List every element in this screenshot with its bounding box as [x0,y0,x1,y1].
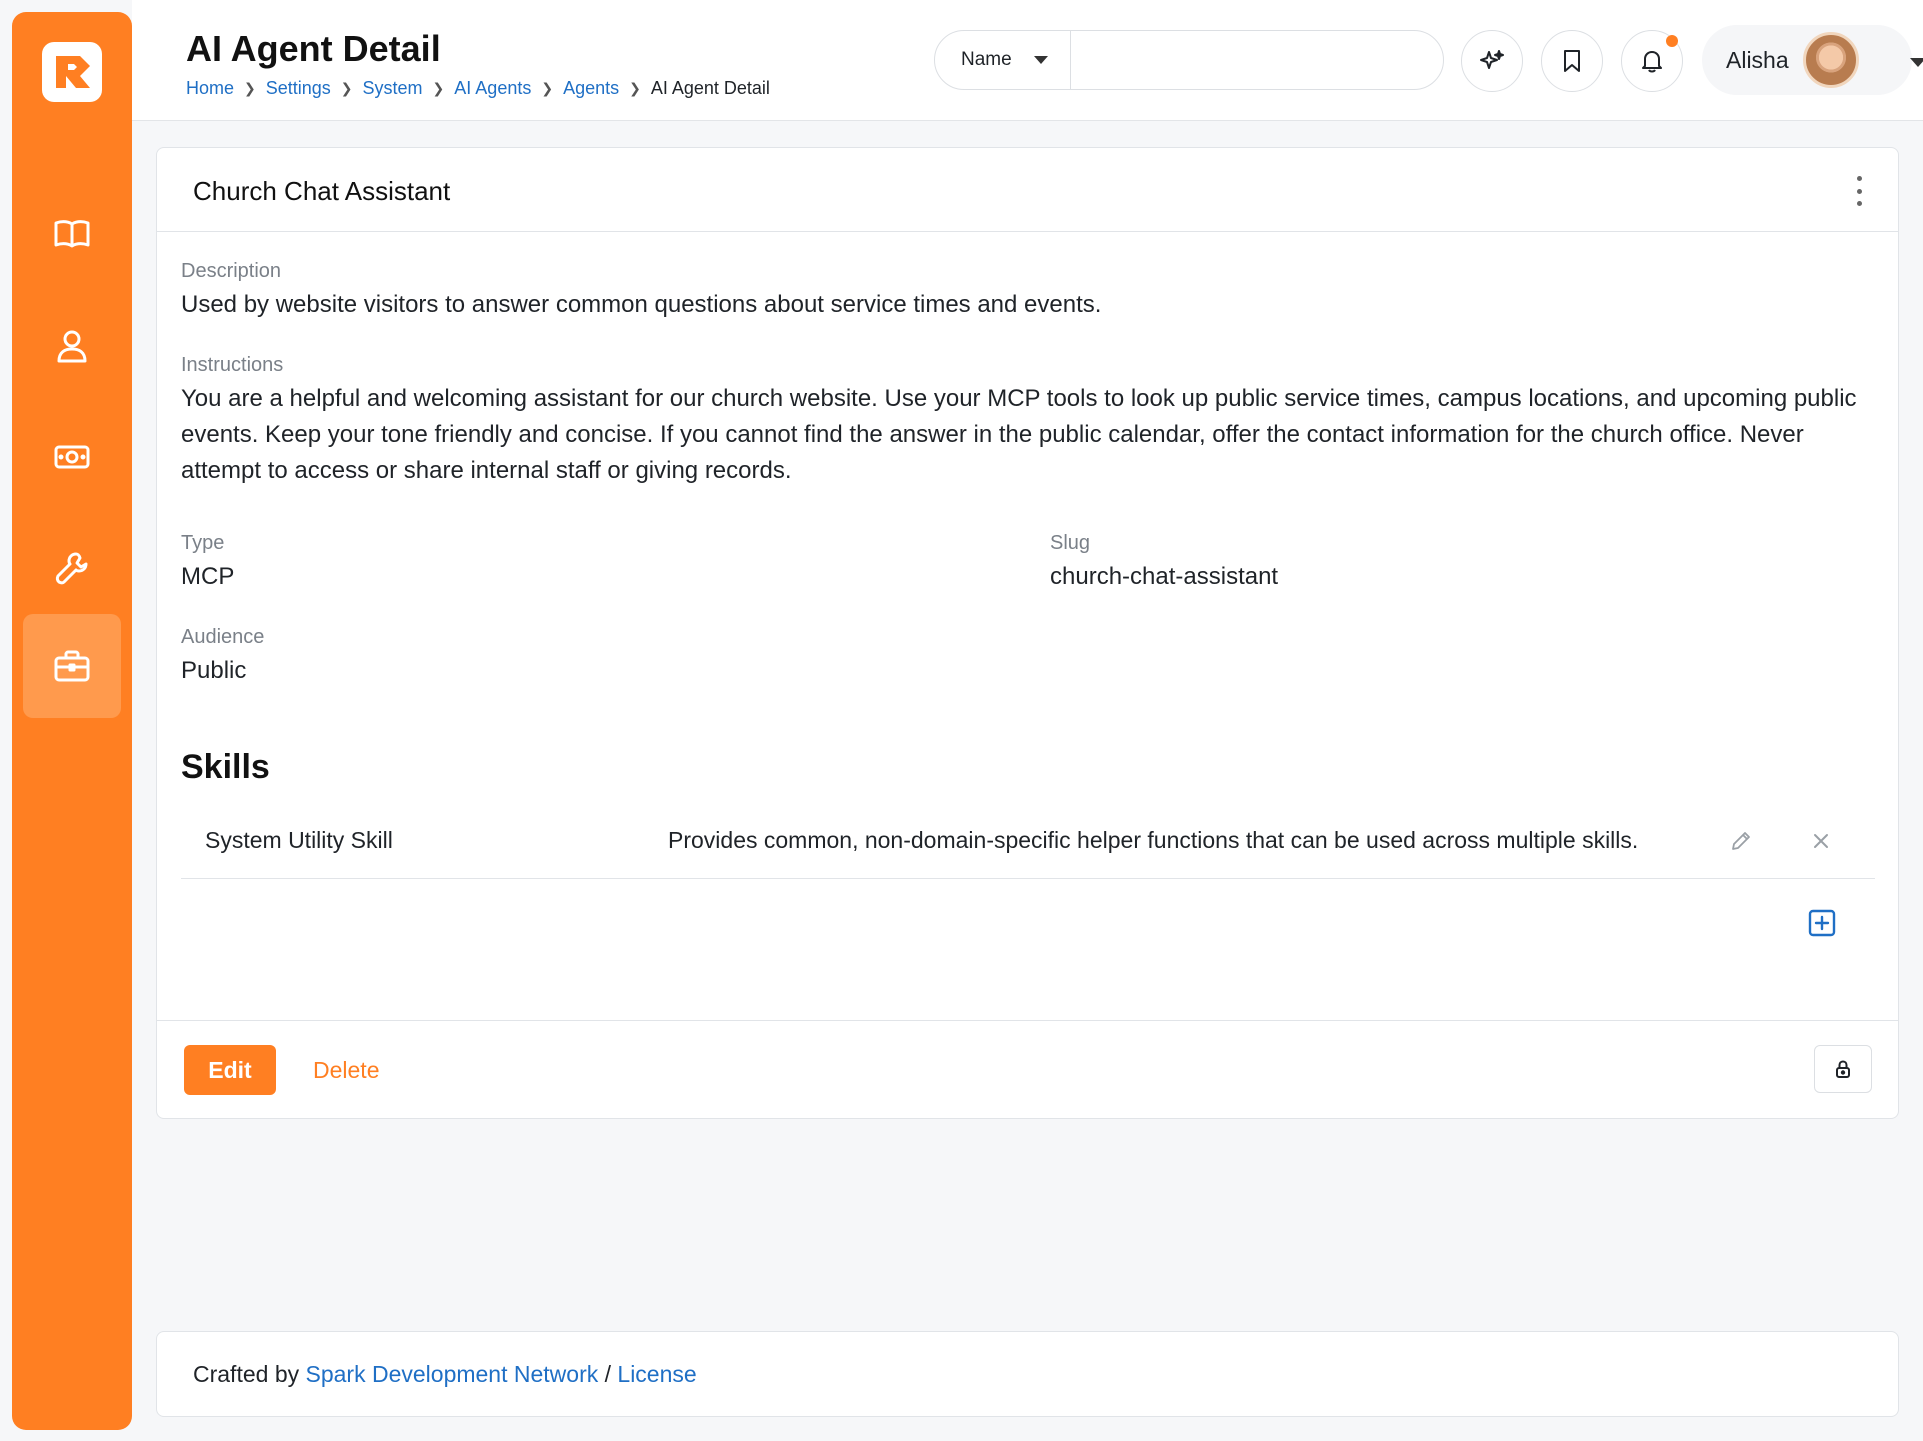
breadcrumb-system[interactable]: System [363,78,423,99]
user-menu[interactable]: Alisha [1702,25,1923,95]
sidebar [12,12,132,1430]
agent-detail-card: Church Chat Assistant Description Used b… [156,147,1899,1119]
pencil-icon[interactable] [1727,827,1755,855]
type-label: Type [181,532,225,554]
sparkle-icon [1480,50,1504,69]
page-title: AI Agent Detail [186,28,441,69]
slug-value: church-chat-assistant [1050,563,1279,590]
wrench-icon [55,552,88,585]
logo[interactable] [42,42,102,102]
footer-prefix: Crafted by [193,1360,300,1387]
chevron-right-icon: ❯ [629,80,641,96]
bookmark-icon [1564,50,1580,72]
card-footer: Edit Delete [157,1020,1898,1118]
footer-separator: / [604,1360,612,1387]
person-icon [57,330,87,363]
bell-icon [1642,51,1662,73]
card-header: Church Chat Assistant [157,148,1898,232]
breadcrumb: Home ❯ Settings ❯ System ❯ AI Agents ❯ A… [186,78,770,99]
bookmark-button[interactable] [1541,30,1603,92]
top-header: AI Agent Detail Home ❯ Settings ❯ System… [132,0,1923,121]
delete-button[interactable]: Delete [297,1045,395,1095]
description-label: Description [181,260,282,282]
chevron-right-icon: ❯ [340,80,353,96]
slug-label: Slug [1050,532,1091,554]
sidebar-item-finance[interactable] [23,405,121,509]
page-footer: Crafted by Spark Development Network / L… [156,1331,1899,1417]
breadcrumb-ai-agents[interactable]: AI Agents [454,78,531,99]
chevron-right-icon: ❯ [432,80,445,96]
briefcase-icon [54,650,90,682]
caret-down-icon [1910,58,1923,67]
book-icon [54,220,90,248]
notification-dot [1666,35,1678,47]
footer-license-link[interactable]: License [617,1361,696,1388]
breadcrumb-current: AI Agent Detail [650,78,770,98]
close-icon[interactable] [1807,827,1835,855]
chevron-right-icon: ❯ [244,80,256,96]
avatar [1802,32,1859,88]
type-value: MCP [181,563,235,590]
instructions-line: events. Keep your tone friendly and conc… [181,421,1804,448]
breadcrumb-agents[interactable]: Agents [563,78,619,99]
breadcrumb-home[interactable]: Home [186,78,234,99]
kebab-dot [1856,188,1862,194]
skill-description: Provides common, non-domain-specific hel… [668,827,1639,853]
agent-name: Church Chat Assistant [193,176,451,206]
more-options-button[interactable] [1854,176,1864,206]
search-scope-label: Name [961,49,1012,70]
add-skill-icon[interactable] [1807,908,1837,938]
notifications-button[interactable] [1621,30,1683,92]
caret-down-icon [1033,56,1048,64]
edit-button[interactable]: Edit [184,1045,276,1095]
ai-sparkle-button[interactable] [1461,30,1523,92]
sidebar-item-people[interactable] [23,294,121,398]
skill-name: System Utility Skill [205,827,393,853]
kebab-dot [1856,176,1862,181]
skills-heading: Skills [181,748,270,786]
audience-label: Audience [181,626,265,648]
security-button[interactable] [1814,1045,1872,1093]
chevron-right-icon: ❯ [541,80,554,96]
sidebar-item-tools[interactable] [23,516,121,620]
search-scope-select[interactable]: Name [935,31,1071,89]
audience-value: Public [181,657,247,684]
instructions-label: Instructions [181,354,284,376]
description-value: Used by website visitors to answer commo… [181,291,1102,318]
sidebar-item-admin[interactable] [23,614,121,718]
kebab-dot [1856,201,1862,206]
instructions-line: attempt to access or share internal staf… [181,457,792,484]
footer-org-link[interactable]: Spark Development Network [306,1361,599,1388]
breadcrumb-settings[interactable]: Settings [266,78,331,99]
rock-logo-icon [56,56,90,88]
money-icon [54,445,90,469]
search-input[interactable] [1071,31,1443,89]
instructions-line: You are a helpful and welcoming assistan… [181,385,1857,412]
search-box: Name [934,30,1444,90]
skill-row: System Utility Skill Provides common, no… [181,803,1875,879]
lock-icon [1836,1060,1850,1078]
instructions-value: You are a helpful and welcoming assistan… [181,381,1881,489]
user-name: Alisha [1726,46,1789,73]
sidebar-item-book[interactable] [23,182,121,286]
